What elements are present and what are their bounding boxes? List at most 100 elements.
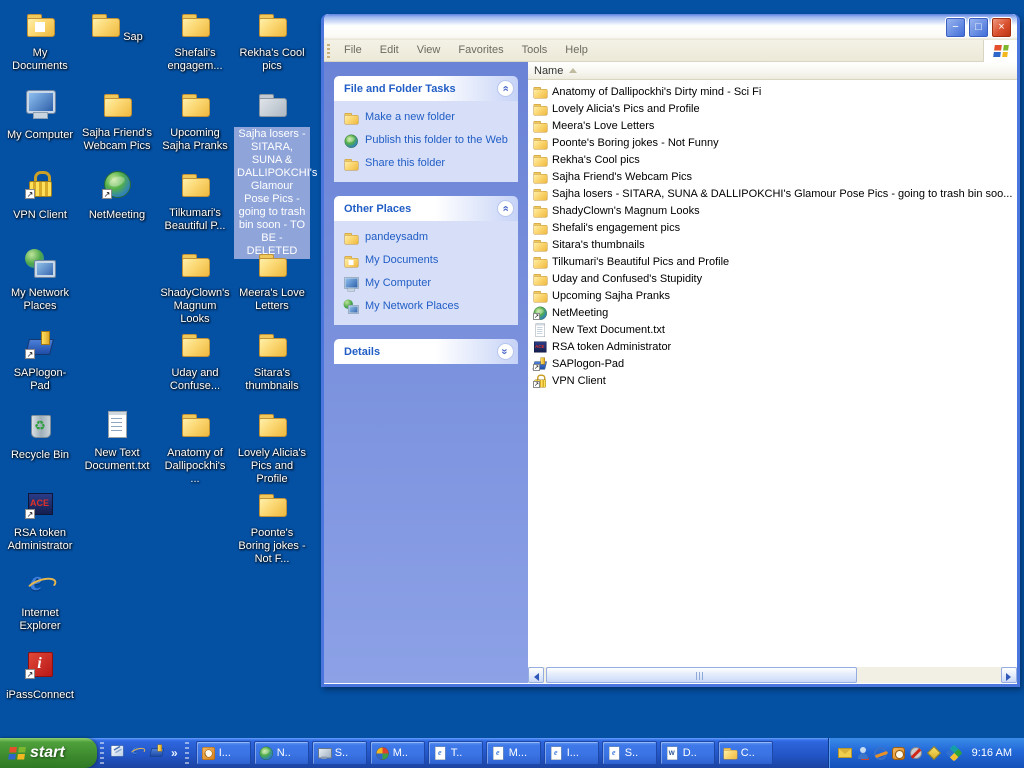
taskbar-button-9[interactable]: D.. [660, 741, 715, 765]
desktop-icon-my-documents[interactable]: My Documents [2, 8, 78, 74]
file-row-netmeeting[interactable]: NetMeeting [528, 304, 1017, 321]
panel-section-header-other-places[interactable]: Other Places« [334, 196, 518, 221]
file-row-new-text-document-txt[interactable]: New Text Document.txt [528, 321, 1017, 338]
scrollbar-track[interactable] [544, 667, 1001, 683]
desktop-icon-my-network-places[interactable]: My Network Places [2, 248, 78, 314]
panel-item-my-network-places[interactable]: My Network Places [343, 299, 512, 315]
tray-clock-icon[interactable] [892, 747, 905, 760]
ace-icon [24, 488, 56, 520]
taskbar-button-3[interactable]: S.. [312, 741, 367, 765]
panel-item-share-this-folder[interactable]: Share this folder [343, 156, 512, 172]
desktop-icon-shadyclown-s-magnum-looks[interactable]: ShadyClown's Magnum Looks [157, 248, 233, 327]
desktop-icon-netmeeting[interactable]: NetMeeting [79, 168, 155, 223]
maximize-button[interactable]: □ [968, 17, 989, 38]
tray-mail-icon[interactable] [838, 748, 852, 758]
file-row-uday-and-confused-s-stupidity[interactable]: Uday and Confused's Stupidity [528, 270, 1017, 287]
desktop-icon-ipassconnect[interactable]: iPassConnect [2, 648, 78, 703]
tray-diamond-icon[interactable] [927, 746, 941, 760]
panel-item-publish-this-folder-to-the-web[interactable]: Publish this folder to the Web [343, 133, 512, 149]
tray-pinwheel-icon[interactable] [945, 745, 962, 762]
close-button[interactable]: × [991, 17, 1012, 38]
file-row-anatomy-of-dallipockhi-s-dirty-mind-sci-fi[interactable]: Anatomy of Dallipockhi's Dirty mind - Sc… [528, 83, 1017, 100]
desktop-icon-recycle-bin[interactable]: Recycle Bin [2, 408, 78, 463]
tray-conn-icon[interactable] [874, 747, 887, 760]
taskbar-separator [100, 742, 104, 764]
start-button[interactable]: start [0, 738, 97, 768]
minimize-button[interactable]: − [945, 17, 966, 38]
scroll-left-button[interactable] [528, 667, 544, 683]
chevron-up-icon[interactable]: « [497, 80, 514, 97]
file-row-sajha-friend-s-webcam-pics[interactable]: Sajha Friend's Webcam Pics [528, 168, 1017, 185]
file-row-lovely-alicia-s-pics-and-profile[interactable]: Lovely Alicia's Pics and Profile [528, 100, 1017, 117]
desktop-icon-lovely-alicia-s-pics-and-profile[interactable]: Lovely Alicia's Pics and Profile [234, 408, 310, 487]
file-row-shefali-s-engagement-pics[interactable]: Shefali's engagement pics [528, 219, 1017, 236]
menu-help[interactable]: Help [556, 44, 597, 56]
menu-favorites[interactable]: Favorites [449, 44, 512, 56]
file-row-saplogon-pad[interactable]: SAPlogon-Pad [528, 355, 1017, 372]
file-row-vpn-client[interactable]: VPN Client [528, 372, 1017, 389]
toolbar-grip[interactable] [327, 44, 330, 58]
window-titlebar[interactable]: − □ × [324, 14, 1017, 40]
chevron-down-icon[interactable]: « [497, 343, 514, 360]
file-row-rsa-token-administrator[interactable]: RSA token Administrator [528, 338, 1017, 355]
panel-item-my-documents[interactable]: My Documents [343, 253, 512, 269]
file-row-sajha-losers-sitara-suna-dallipokchi-s-glamour-pose-pics-going-to-trash-bin-soo[interactable]: Sajha losers - SITARA, SUNA & DALLIPOKCH… [528, 185, 1017, 202]
desktop-icon-rsa-token-administrator[interactable]: RSA token Administrator [2, 488, 78, 554]
file-row-poonte-s-boring-jokes-not-funny[interactable]: Poonte's Boring jokes - Not Funny [528, 134, 1017, 151]
taskbar-button-6[interactable]: M... [486, 741, 541, 765]
desktop-icon-my-computer[interactable]: My Computer [2, 88, 78, 143]
file-row-shadyclown-s-magnum-looks[interactable]: ShadyClown's Magnum Looks [528, 202, 1017, 219]
taskbar-button-4[interactable]: M.. [370, 741, 425, 765]
desktop-icon-meera-s-love-letters[interactable]: Meera's Love Letters [234, 248, 310, 314]
quick-launch-show-desktop-button[interactable] [109, 743, 125, 764]
desktop-icon-label: My Documents [2, 47, 78, 73]
menu-tools[interactable]: Tools [513, 44, 557, 56]
panel-item-my-computer[interactable]: My Computer [343, 276, 512, 292]
menu-edit[interactable]: Edit [371, 44, 408, 56]
desktop-icon-saplogon-pad[interactable]: SAPlogon-Pad [2, 328, 78, 394]
desktop-icon-upcoming-sajha-pranks[interactable]: Upcoming Sajha Pranks [157, 88, 233, 154]
quick-launch-app-button[interactable] [149, 743, 165, 764]
quick-launch-overflow-chevron[interactable]: » [169, 746, 180, 760]
taskbar-button-1[interactable]: I... [196, 741, 251, 765]
menu-view[interactable]: View [408, 44, 450, 56]
menu-file[interactable]: File [335, 44, 371, 56]
notepad-icon [532, 322, 548, 338]
horizontal-scrollbar[interactable] [528, 667, 1017, 683]
taskbar-button-2[interactable]: N.. [254, 741, 309, 765]
file-row-meera-s-love-letters[interactable]: Meera's Love Letters [528, 117, 1017, 134]
file-row-sitara-s-thumbnails[interactable]: Sitara's thumbnails [528, 236, 1017, 253]
desktop-icon-uday-and-confuse[interactable]: Uday and Confuse... [157, 328, 233, 394]
desktop-icon-sitara-s-thumbnails[interactable]: Sitara's thumbnails [234, 328, 310, 394]
file-row-rekha-s-cool-pics[interactable]: Rekha's Cool pics [528, 151, 1017, 168]
taskbar-button-10[interactable]: C.. [718, 741, 773, 765]
desktop-icon-poonte-s-boring-jokes-not-f[interactable]: Poonte's Boring jokes - Not F... [234, 488, 310, 567]
column-header-name[interactable]: Name [528, 62, 1017, 80]
panel-section-header-details[interactable]: Details« [334, 339, 518, 364]
desktop-icon-new-text-document-txt[interactable]: New Text Document.txt [79, 408, 155, 474]
desktop-icon-anatomy-of-dallipockhi-s[interactable]: Anatomy of Dallipockhi's ... [157, 408, 233, 487]
file-row-tilkumari-s-beautiful-pics-and-profile[interactable]: Tilkumari's Beautiful Pics and Profile [528, 253, 1017, 270]
desktop-icon-shefali-s-engagem[interactable]: Shefali's engagem... [157, 8, 233, 74]
tray-dialup-icon[interactable] [910, 747, 922, 759]
desktop-icon-sajha-losers-sitara-suna-dallipokchi-s-glamour-pose-pics-going-to-trash-bin-soon-to-be-deleted[interactable]: Sajha losers - SITARA, SUNA & DALLIPOKCH… [234, 88, 310, 259]
desktop-icon-sap[interactable]: Sap [79, 8, 155, 45]
desktop-icon-rekha-s-cool-pics[interactable]: Rekha's Cool pics [234, 8, 310, 74]
panel-section-header-file-and-folder-tasks[interactable]: File and Folder Tasks« [334, 76, 518, 101]
file-name: ShadyClown's Magnum Looks [552, 205, 700, 217]
taskbar-button-8[interactable]: S.. [602, 741, 657, 765]
taskbar-button-5[interactable]: T.. [428, 741, 483, 765]
scroll-right-button[interactable] [1001, 667, 1017, 683]
taskbar-button-7[interactable]: I... [544, 741, 599, 765]
panel-item-make-a-new-folder[interactable]: Make a new folder [343, 110, 512, 126]
quick-launch-ie-button[interactable] [129, 743, 145, 764]
desktop-icon-internet-explorer[interactable]: Internet Explorer [2, 568, 78, 634]
scrollbar-thumb[interactable] [546, 667, 857, 683]
desktop-icon-tilkumari-s-beautiful-p[interactable]: Tilkumari's Beautiful P... [157, 168, 233, 234]
desktop-icon-vpn-client[interactable]: VPN Client [2, 168, 78, 223]
panel-item-pandeysadm[interactable]: pandeysadm [343, 230, 512, 246]
chevron-up-icon[interactable]: « [497, 200, 514, 217]
desktop-icon-sajha-friend-s-webcam-pics[interactable]: Sajha Friend's Webcam Pics [79, 88, 155, 154]
file-row-upcoming-sajha-pranks[interactable]: Upcoming Sajha Pranks [528, 287, 1017, 304]
tray-user-icon[interactable] [857, 747, 869, 759]
